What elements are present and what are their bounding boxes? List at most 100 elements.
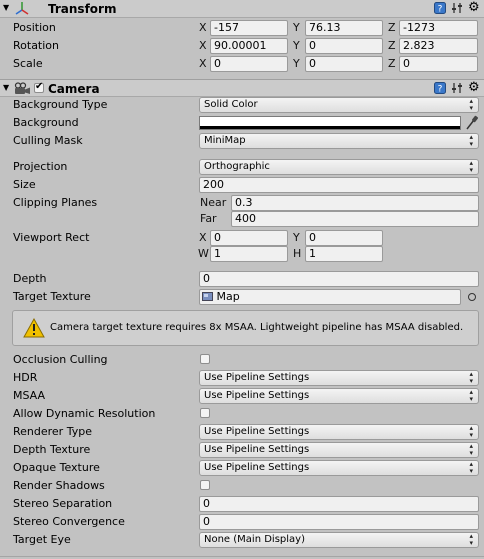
position-z-field[interactable]: -1273 — [399, 20, 478, 36]
far-field[interactable]: 400 — [231, 211, 479, 227]
allow-dynamic-resolution-checkbox[interactable] — [200, 408, 210, 418]
rotation-z-field[interactable]: 2.823 — [399, 38, 478, 54]
target-eye-label: Target Eye — [13, 533, 71, 546]
checkmark-icon: ✔ — [35, 81, 44, 92]
viewport-h-field[interactable]: 1 — [305, 246, 383, 262]
dropdown-arrows-icon: ▴ ▾ — [469, 133, 473, 148]
opaque-texture-dropdown[interactable]: Use Pipeline Settings ▴ ▾ — [199, 460, 479, 476]
position-x-axis-label: X — [199, 21, 207, 34]
viewport-y-field[interactable]: 0 — [305, 230, 383, 246]
scale-label: Scale — [13, 57, 43, 70]
settings-gear-icon[interactable]: ⚙ — [468, 81, 480, 95]
foldout-arrow-icon[interactable]: ▼ — [3, 3, 9, 13]
dropdown-arrows-icon: ▴ ▾ — [469, 460, 473, 475]
transform-header[interactable]: ▼ Transform ? ⚙ — [0, 0, 484, 18]
culling-mask-dropdown[interactable]: MiniMap ▴ ▾ — [199, 133, 479, 149]
allow-dynamic-resolution-label: Allow Dynamic Resolution — [13, 407, 156, 420]
culling-mask-value: MiniMap — [204, 135, 246, 146]
near-field[interactable]: 0.3 — [231, 195, 479, 211]
camera-enabled-checkbox[interactable]: ✔ — [34, 81, 44, 93]
near-label: Near — [200, 196, 227, 209]
renderer-type-dropdown[interactable]: Use Pipeline Settings ▴ ▾ — [199, 424, 479, 440]
occlusion-culling-checkbox[interactable] — [200, 354, 210, 364]
clipping-planes-label: Clipping Planes — [13, 196, 98, 209]
position-y-axis-label: Y — [293, 21, 300, 34]
hdr-value: Use Pipeline Settings — [204, 372, 310, 383]
viewport-h-label: H — [293, 247, 302, 260]
stereo-separation-label: Stereo Separation — [13, 497, 113, 510]
camera-title: Camera — [48, 82, 100, 96]
stereo-separation-field[interactable]: 0 — [199, 496, 479, 512]
transform-icon — [15, 2, 29, 15]
stereo-convergence-field[interactable]: 0 — [199, 514, 479, 530]
dropdown-arrows-icon: ▴ ▾ — [469, 370, 473, 385]
rotation-x-field[interactable]: 90.00001 — [210, 38, 288, 54]
background-label: Background — [13, 116, 79, 129]
scale-x-field[interactable]: 0 — [210, 56, 288, 72]
viewport-w-label: W — [198, 247, 209, 260]
target-texture-label: Target Texture — [13, 290, 91, 303]
hdr-dropdown[interactable]: Use Pipeline Settings ▴ ▾ — [199, 370, 479, 386]
dropdown-arrows-icon: ▴ ▾ — [469, 97, 473, 112]
bottom-divider — [0, 556, 484, 557]
renderer-type-label: Renderer Type — [13, 425, 92, 438]
position-label: Position — [13, 21, 56, 34]
position-x-field[interactable]: -157 — [210, 20, 288, 36]
renderer-type-value: Use Pipeline Settings — [204, 426, 310, 437]
scale-z-axis-label: Z — [388, 57, 396, 70]
background-type-dropdown[interactable]: Solid Color ▴ ▾ — [199, 97, 479, 113]
depth-label: Depth — [13, 272, 47, 285]
eyedropper-icon[interactable] — [465, 115, 479, 131]
dropdown-arrows-icon: ▴ ▾ — [469, 388, 473, 403]
render-shadows-checkbox[interactable] — [200, 480, 210, 490]
dropdown-arrows-icon: ▴ ▾ — [469, 424, 473, 439]
msaa-warning-box: Camera target texture requires 8x MSAA. … — [12, 310, 479, 346]
target-texture-field[interactable]: Map — [199, 289, 461, 305]
target-eye-dropdown[interactable]: None (Main Display) ▴ ▾ — [199, 532, 479, 548]
depth-field[interactable]: 0 — [199, 271, 479, 287]
svg-text:?: ? — [438, 5, 443, 15]
background-type-label: Background Type — [13, 98, 108, 111]
depth-texture-label: Depth Texture — [13, 443, 91, 456]
presets-icon[interactable] — [451, 2, 463, 14]
far-label: Far — [200, 212, 217, 225]
projection-value: Orthographic — [204, 161, 270, 172]
rotation-label: Rotation — [13, 39, 60, 52]
viewport-rect-label: Viewport Rect — [13, 231, 90, 244]
viewport-w-field[interactable]: 1 — [210, 246, 288, 262]
dropdown-arrows-icon: ▴ ▾ — [469, 159, 473, 174]
background-color-swatch[interactable] — [199, 116, 461, 130]
settings-gear-icon[interactable]: ⚙ — [468, 1, 480, 15]
size-field[interactable]: 200 — [199, 177, 479, 193]
rotation-y-field[interactable]: 0 — [305, 38, 383, 54]
scale-x-axis-label: X — [199, 57, 207, 70]
svg-text:?: ? — [438, 85, 443, 95]
viewport-x-label: X — [199, 231, 207, 244]
projection-dropdown[interactable]: Orthographic ▴ ▾ — [199, 159, 479, 175]
position-y-field[interactable]: 76.13 — [305, 20, 383, 36]
msaa-value: Use Pipeline Settings — [204, 390, 310, 401]
depth-texture-value: Use Pipeline Settings — [204, 444, 310, 455]
rotation-x-axis-label: X — [199, 39, 207, 52]
depth-texture-dropdown[interactable]: Use Pipeline Settings ▴ ▾ — [199, 442, 479, 458]
scale-y-field[interactable]: 0 — [305, 56, 383, 72]
camera-header[interactable]: ▼ ✔ Camera ? ⚙ — [0, 79, 484, 97]
color-alpha-bar — [200, 126, 460, 129]
target-eye-value: None (Main Display) — [204, 534, 305, 545]
viewport-y-label: Y — [293, 231, 300, 244]
help-icon[interactable]: ? — [434, 2, 446, 14]
viewport-x-field[interactable]: 0 — [210, 230, 288, 246]
occlusion-culling-label: Occlusion Culling — [13, 353, 108, 366]
projection-label: Projection — [13, 160, 68, 173]
background-type-value: Solid Color — [204, 99, 258, 110]
scale-z-field[interactable]: 0 — [399, 56, 478, 72]
target-texture-value: Map — [216, 290, 240, 303]
msaa-label: MSAA — [13, 389, 46, 402]
warning-message: Camera target texture requires 8x MSAA. … — [50, 322, 464, 333]
msaa-dropdown[interactable]: Use Pipeline Settings ▴ ▾ — [199, 388, 479, 404]
scale-y-axis-label: Y — [293, 57, 300, 70]
object-picker-icon[interactable] — [468, 293, 476, 301]
presets-icon[interactable] — [451, 82, 463, 94]
foldout-arrow-icon[interactable]: ▼ — [3, 83, 9, 93]
help-icon[interactable]: ? — [434, 82, 446, 94]
